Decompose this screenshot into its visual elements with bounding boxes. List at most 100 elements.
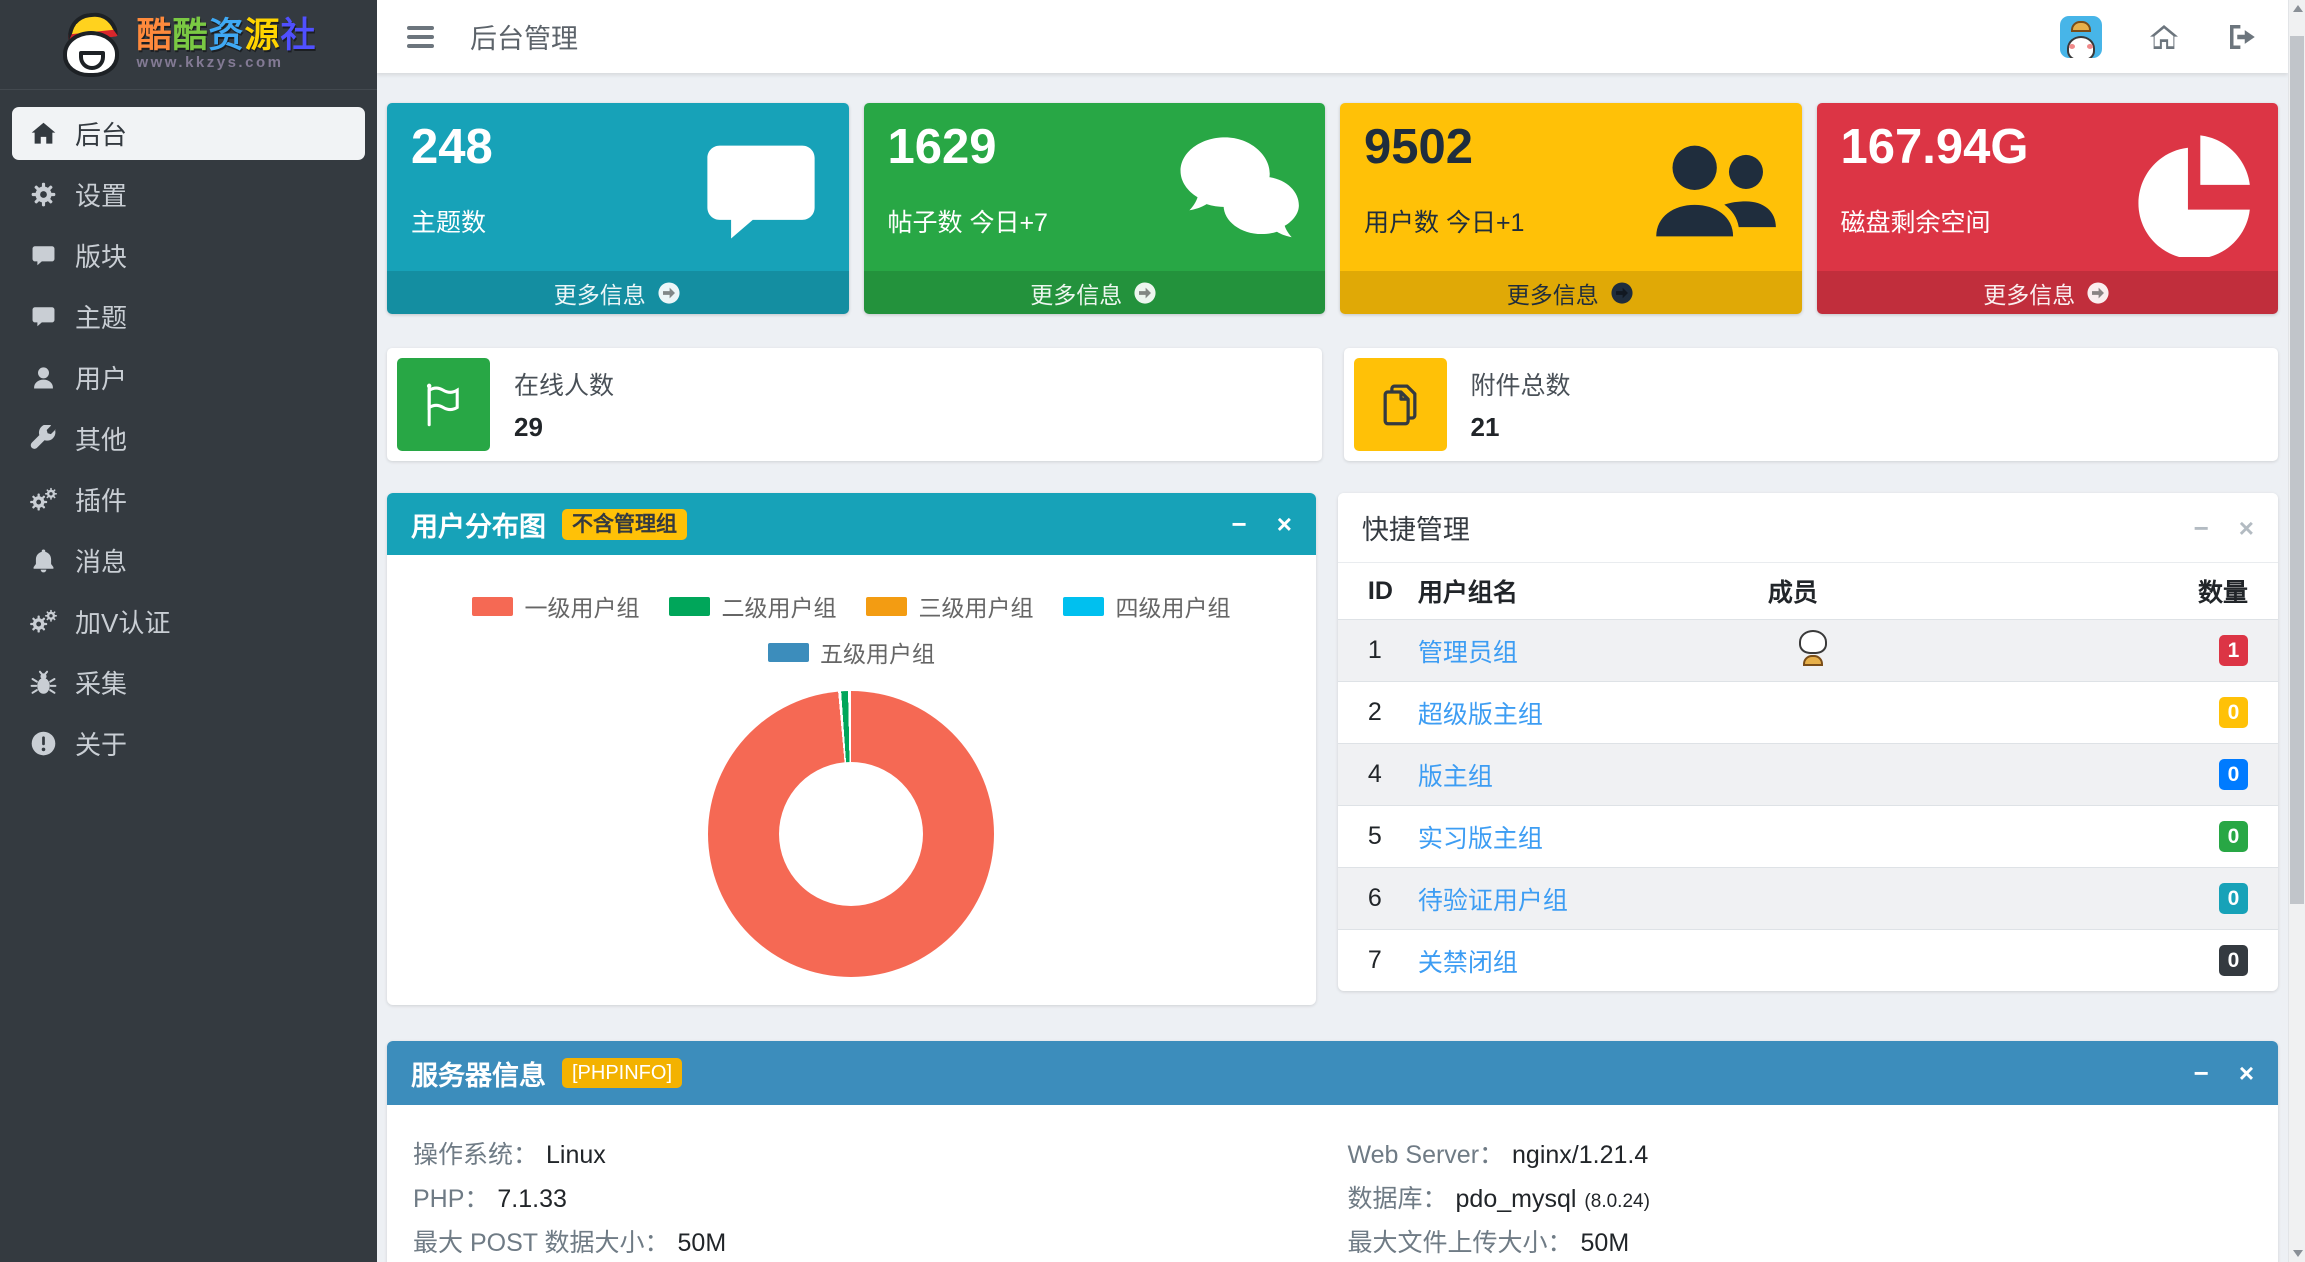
server-info-line: 最大文件上传大小： 50M [1347, 1229, 1630, 1257]
legend-item: 三级用户组 [866, 589, 1033, 623]
gear-icon [30, 181, 57, 208]
legend-item: 二级用户组 [669, 589, 836, 623]
more-info-link[interactable]: 更多信息 [387, 271, 849, 314]
donut-chart: 一级用户组 二级用户组 三级用户组 四级用户组 五级用户组 [387, 555, 1316, 1005]
menu-toggle-icon[interactable] [407, 25, 434, 48]
scrollbar-thumb[interactable] [2290, 36, 2304, 904]
admin-dashboard: 酷酷资源社 www.kkzys.com 后台 设置 版块 主题 用户 其他 插件… [0, 0, 2305, 1262]
chart-legend-row-2: 五级用户组 [407, 635, 1296, 669]
usergroup-table: ID 用户组名 成员 数量 1 管理员组 1 2 超级版主组 0 4 版主组 0… [1337, 563, 2278, 991]
stat-card-users: 9502 用户数 今日+1 更多信息 [1340, 103, 1802, 314]
panel-title: 服务器信息 [411, 1060, 546, 1091]
stat-card-posts: 1629 帖子数 今日+7 更多信息 [863, 103, 1325, 314]
home-icon[interactable] [2148, 21, 2180, 53]
server-info-line: PHP： 7.1.33 [413, 1185, 567, 1213]
brand-logo[interactable]: 酷酷资源社 www.kkzys.com [0, 0, 377, 90]
table-row: 6 待验证用户组 0 [1337, 867, 2278, 929]
sidebar-item-forums[interactable]: 版块 [12, 229, 365, 282]
server-info-line: 操作系统： Linux [413, 1141, 606, 1169]
table-row: 5 实习版主组 0 [1337, 805, 2278, 867]
scrollbar [2288, 0, 2305, 1262]
server-info-left-column: 操作系统： Linux PHP： 7.1.33 最大 POST 数据大小： 50M [413, 1135, 1318, 1262]
sidebar-item-plugins[interactable]: 插件 [12, 473, 365, 526]
gears-icon [30, 486, 57, 513]
more-info-link[interactable]: 更多信息 [1816, 271, 2278, 314]
sidebar-item-threads[interactable]: 主题 [12, 290, 365, 343]
sidebar-menu: 后台 设置 版块 主题 用户 其他 插件 消息 加V认证 采集 关于 [0, 90, 377, 795]
usergroup-link[interactable]: 关禁闭组 [1418, 943, 1678, 979]
bug-icon [30, 669, 57, 696]
server-info-line: Web Server： nginx/1.21.4 [1347, 1141, 1649, 1169]
copy-icon [1353, 358, 1447, 451]
panel-title: 用户分布图 [411, 511, 546, 542]
table-row: 1 管理员组 1 [1337, 619, 2278, 681]
info-box-value: 29 [514, 412, 543, 442]
comment-solid-icon [695, 125, 827, 257]
arrow-circle-right-icon [1609, 280, 1635, 306]
main-content: 248 主题数 更多信息 1629 帖子数 今日+7 更多信息 9502 用户数… [377, 73, 2288, 1262]
legend-swatch [669, 596, 711, 616]
close-icon[interactable]: × [1277, 511, 1292, 537]
chart-legend-row-1: 一级用户组 二级用户组 三级用户组 四级用户组 [407, 589, 1296, 623]
comments-icon [1171, 125, 1303, 257]
wrench-icon [30, 425, 57, 452]
count-badge: 1 [2218, 635, 2248, 667]
sidebar-item-settings[interactable]: 设置 [12, 168, 365, 221]
info-box-online: 在线人数 29 [387, 348, 1322, 461]
minimize-icon[interactable]: − [2194, 515, 2209, 541]
stat-card-threads: 248 主题数 更多信息 [387, 103, 849, 314]
sidebar-item-misc[interactable]: 其他 [12, 412, 365, 465]
comment-icon [30, 303, 57, 330]
info-box-label: 附件总数 [1470, 372, 1571, 400]
more-info-link[interactable]: 更多信息 [863, 271, 1325, 314]
arrow-circle-right-icon [1132, 280, 1158, 306]
legend-item: 五级用户组 [767, 635, 935, 669]
table-row: 2 超级版主组 0 [1337, 681, 2278, 743]
legend-swatch [472, 596, 514, 616]
info-box-label: 在线人数 [514, 372, 615, 400]
stat-card-disk: 167.94G 磁盘剩余空间 更多信息 [1816, 103, 2278, 314]
close-icon[interactable]: × [2239, 515, 2254, 541]
panel-title: 快捷管理 [1361, 515, 1470, 545]
table-row: 7 关禁闭组 0 [1337, 929, 2278, 991]
usergroup-link[interactable]: 管理员组 [1418, 633, 1678, 669]
legend-swatch [866, 596, 908, 616]
table-row: 4 版主组 0 [1337, 743, 2278, 805]
stat-cards-row: 248 主题数 更多信息 1629 帖子数 今日+7 更多信息 9502 用户数… [387, 103, 2278, 314]
sidebar-item-dashboard[interactable]: 后台 [12, 107, 365, 160]
info-box-attachments: 附件总数 21 [1343, 348, 2278, 461]
users-icon [1648, 125, 1780, 257]
usergroup-link[interactable]: 版主组 [1418, 757, 1678, 793]
user-avatar[interactable] [2060, 15, 2102, 58]
server-info-panel: 服务器信息 [PHPINFO] − × 操作系统： Linux PHP： 7.1.3… [387, 1041, 2278, 1262]
info-box-value: 21 [1470, 412, 1500, 442]
usergroup-link[interactable]: 待验证用户组 [1418, 881, 1678, 917]
brand-mascot-icon [60, 9, 124, 77]
arrow-circle-right-icon [2085, 280, 2111, 306]
sidebar-item-about[interactable]: 关于 [12, 717, 365, 770]
more-info-link[interactable]: 更多信息 [1340, 271, 1802, 314]
minimize-icon[interactable]: − [2194, 1060, 2209, 1086]
page-title: 后台管理 [470, 24, 578, 54]
logout-icon[interactable] [2226, 21, 2258, 53]
chart-pie-icon [2124, 125, 2256, 257]
minimize-icon[interactable]: − [1232, 511, 1247, 537]
brand-title: 酷酷资源社 [136, 16, 317, 56]
panel-badge: 不含管理组 [562, 508, 687, 540]
phpinfo-badge[interactable]: [PHPINFO] [562, 1058, 683, 1088]
usergroup-link[interactable]: 实习版主组 [1418, 819, 1678, 855]
sidebar-item-users[interactable]: 用户 [12, 351, 365, 404]
sidebar-item-v-verify[interactable]: 加V认证 [12, 595, 365, 648]
donut-pie [708, 691, 995, 977]
scroll-down-arrow[interactable] [2289, 1245, 2305, 1262]
sidebar-item-messages[interactable]: 消息 [12, 534, 365, 587]
comment-icon [30, 242, 57, 269]
home-icon [30, 120, 57, 147]
user-icon [30, 364, 57, 391]
sidebar-item-collect[interactable]: 采集 [12, 656, 365, 709]
arrow-circle-right-icon [656, 280, 682, 306]
close-icon[interactable]: × [2239, 1060, 2254, 1086]
usergroup-link[interactable]: 超级版主组 [1418, 695, 1678, 731]
flag-icon [397, 358, 490, 451]
scroll-up-arrow[interactable] [2289, 0, 2305, 17]
